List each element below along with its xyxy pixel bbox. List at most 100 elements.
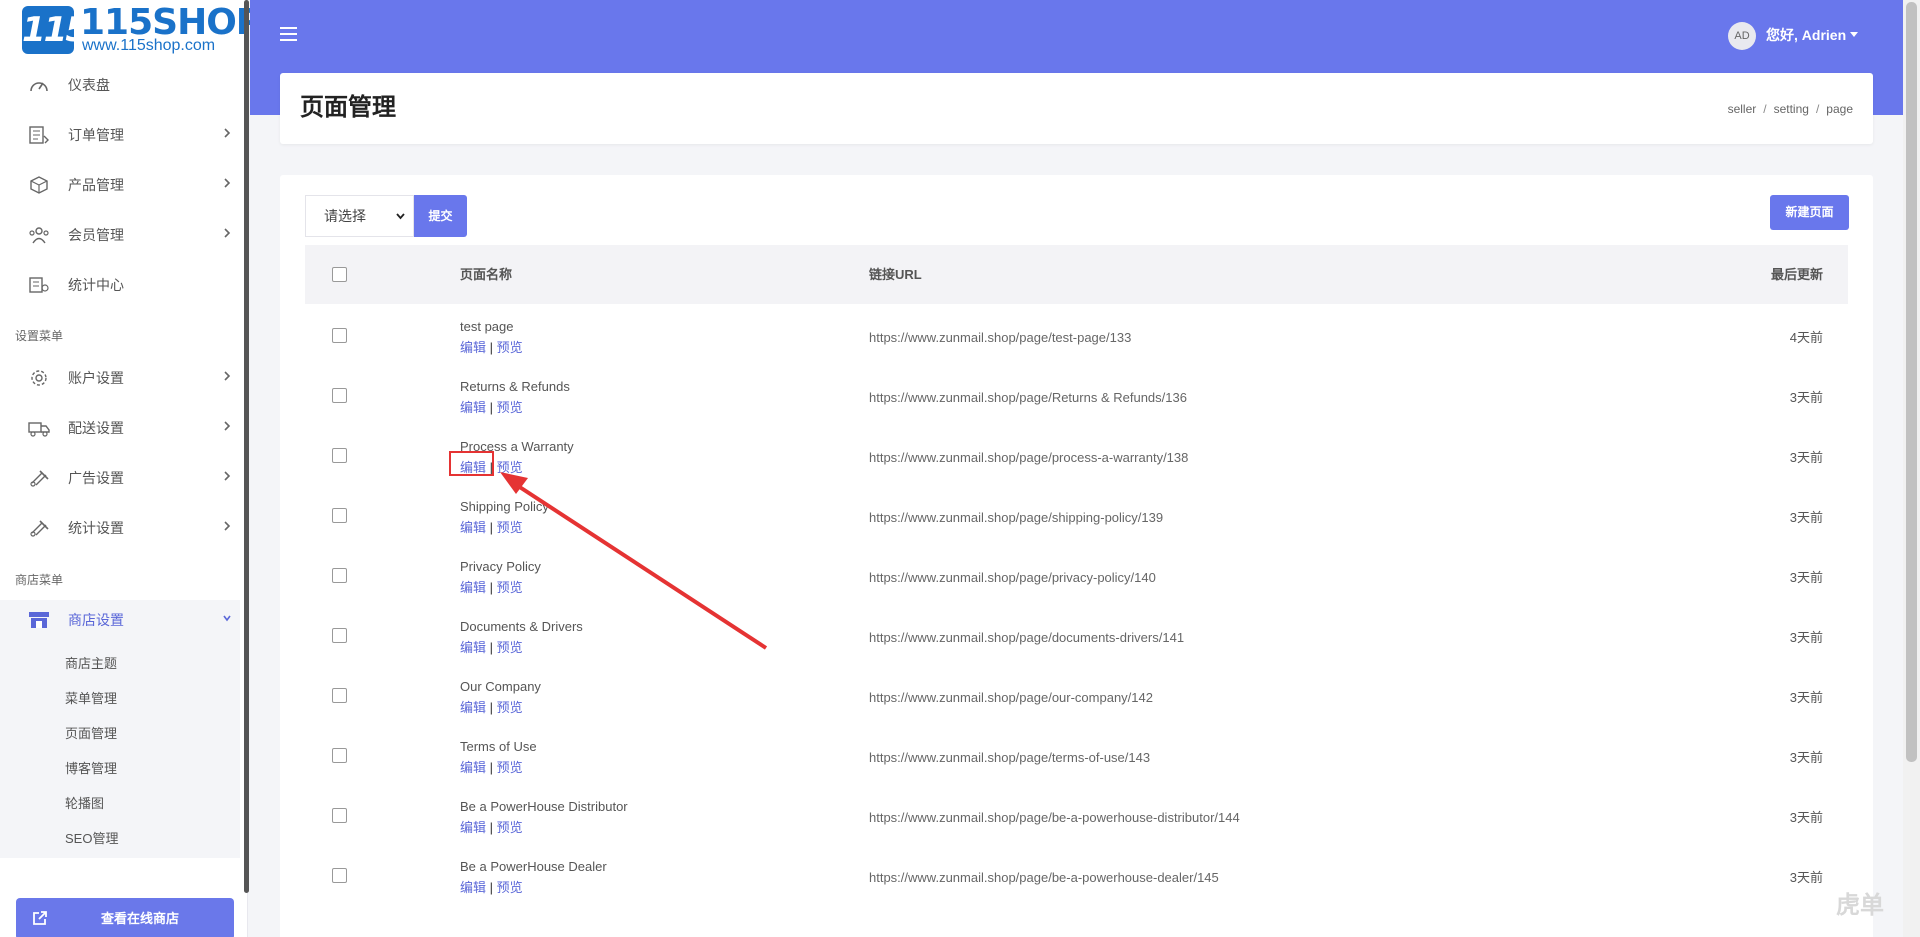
annotation-highlight-box xyxy=(449,451,494,476)
page-url: https://www.zunmail.shop/page/Returns & … xyxy=(869,390,1187,405)
row-checkbox[interactable] xyxy=(332,328,347,343)
sidebar: 115 115SHOP www.115shop.com 仪表盘 订单管理 产品管… xyxy=(0,0,262,937)
preview-link[interactable]: 预览 xyxy=(497,340,523,355)
avatar[interactable]: AD xyxy=(1728,22,1756,50)
preview-link[interactable]: 预览 xyxy=(497,580,523,595)
edit-link[interactable]: 编辑 xyxy=(460,700,486,715)
breadcrumb-item[interactable]: seller xyxy=(1728,102,1757,116)
last-updated: 3天前 xyxy=(1789,870,1823,885)
row-checkbox[interactable] xyxy=(332,568,347,583)
logo-url: www.115shop.com xyxy=(82,37,216,54)
submenu-menu-management[interactable]: 菜单管理 xyxy=(65,691,117,707)
preview-link[interactable]: 预览 xyxy=(497,640,523,655)
sidebar-item-ad-settings[interactable]: 广告设置 xyxy=(0,458,240,498)
row-checkbox[interactable] xyxy=(332,628,347,643)
action-separator: | xyxy=(489,820,494,835)
sidebar-item-account-settings[interactable]: 账户设置 xyxy=(0,358,240,398)
table-row: Shipping Policy 编辑 | 预览 https://www.zunmai… xyxy=(305,485,1848,545)
last-updated: 3天前 xyxy=(1789,810,1823,825)
row-checkbox[interactable] xyxy=(332,868,347,883)
row-checkbox[interactable] xyxy=(332,688,347,703)
sidebar-item-stat-settings[interactable]: 统计设置 xyxy=(0,508,240,548)
orders-icon xyxy=(29,126,49,144)
view-online-store-label: 查看在线商店 xyxy=(100,911,179,926)
edit-link[interactable]: 编辑 xyxy=(460,760,486,775)
menu-toggle-icon[interactable] xyxy=(280,27,297,41)
user-menu[interactable]: 您好, Adrien xyxy=(1766,27,1859,43)
last-updated: 4天前 xyxy=(1789,330,1823,345)
page-url: https://www.zunmail.shop/page/privacy-po… xyxy=(869,570,1156,585)
page-name: Returns & Refunds xyxy=(460,379,570,394)
submenu-carousel[interactable]: 轮播图 xyxy=(65,796,104,812)
logo-badge: 115 xyxy=(22,6,89,54)
sidebar-item-label: 统计设置 xyxy=(68,520,124,536)
page-name: Be a PowerHouse Dealer xyxy=(460,859,607,874)
row-checkbox[interactable] xyxy=(332,388,347,403)
submenu-page-management[interactable]: 页面管理 xyxy=(65,726,117,742)
submenu-shop-theme[interactable]: 商店主题 xyxy=(65,656,117,672)
breadcrumb-item[interactable]: setting xyxy=(1774,102,1809,116)
preview-link[interactable]: 预览 xyxy=(497,820,523,835)
page-header: 页面管理 seller / setting / page xyxy=(280,73,1873,144)
dashboard-icon xyxy=(30,82,48,92)
page-url: https://www.zunmail.shop/page/documents-… xyxy=(869,630,1185,645)
last-updated: 3天前 xyxy=(1789,630,1823,645)
view-online-store-button[interactable]: 查看在线商店 xyxy=(16,898,234,937)
page-scrollbar-thumb[interactable] xyxy=(1906,2,1917,762)
edit-link[interactable]: 编辑 xyxy=(460,520,486,535)
preview-link[interactable]: 预览 xyxy=(497,880,523,895)
sidebar-item-stats[interactable]: 统计中心 xyxy=(0,265,240,305)
row-actions: 编辑 | 预览 xyxy=(460,760,523,776)
store-icon xyxy=(29,612,49,628)
action-separator: | xyxy=(489,520,494,535)
row-actions: 编辑 | 预览 xyxy=(460,400,523,416)
chevron-right-icon xyxy=(224,178,231,188)
edit-link[interactable]: 编辑 xyxy=(460,640,486,655)
row-checkbox[interactable] xyxy=(332,448,347,463)
edit-link[interactable]: 编辑 xyxy=(460,880,486,895)
table-row: Be a PowerHouse Dealer 编辑 | 预览 https://www… xyxy=(305,845,1848,905)
pages-card: 请选择 提交 新建页面 页面名称 链接URL 最后更新 test page 编辑 … xyxy=(280,175,1873,937)
edit-link[interactable]: 编辑 xyxy=(460,400,486,415)
preview-link[interactable]: 预览 xyxy=(497,460,523,475)
submit-button[interactable]: 提交 xyxy=(414,195,467,237)
bulk-action-select[interactable]: 请选择 xyxy=(305,195,414,237)
sidebar-item-label: 产品管理 xyxy=(68,177,124,193)
sidebar-item-orders[interactable]: 订单管理 xyxy=(0,115,240,155)
preview-link[interactable]: 预览 xyxy=(497,520,523,535)
edit-link[interactable]: 编辑 xyxy=(460,580,486,595)
row-checkbox[interactable] xyxy=(332,508,347,523)
sidebar-item-label: 商店设置 xyxy=(68,612,124,628)
row-actions: 编辑 | 预览 xyxy=(460,880,523,896)
sidebar-item-label: 配送设置 xyxy=(68,420,124,436)
row-checkbox[interactable] xyxy=(332,808,347,823)
sidebar-item-dashboard[interactable]: 仪表盘 xyxy=(0,65,240,105)
preview-link[interactable]: 预览 xyxy=(497,760,523,775)
action-separator: | xyxy=(489,400,494,415)
sidebar-item-shipping-settings[interactable]: 配送设置 xyxy=(0,408,240,448)
shop-submenu xyxy=(0,640,240,858)
row-checkbox[interactable] xyxy=(332,748,347,763)
submenu-seo-management[interactable]: SEO管理 xyxy=(65,831,118,847)
table-row: Privacy Policy 编辑 | 预览 https://www.zunmail… xyxy=(305,545,1848,605)
last-updated: 3天前 xyxy=(1789,450,1823,465)
edit-link[interactable]: 编辑 xyxy=(460,340,486,355)
gear-icon xyxy=(31,370,47,386)
page-url: https://www.zunmail.shop/page/be-a-power… xyxy=(869,870,1219,885)
chevron-right-icon xyxy=(224,471,231,481)
edit-link[interactable]: 编辑 xyxy=(460,820,486,835)
action-separator: | xyxy=(489,640,494,655)
logo[interactable]: 115 115SHOP www.115shop.com xyxy=(22,4,262,54)
sidebar-scrollbar[interactable] xyxy=(244,0,249,893)
preview-link[interactable]: 预览 xyxy=(497,700,523,715)
preview-link[interactable]: 预览 xyxy=(497,400,523,415)
new-page-button[interactable]: 新建页面 xyxy=(1770,195,1849,230)
last-updated: 3天前 xyxy=(1789,570,1823,585)
submenu-blog-management[interactable]: 博客管理 xyxy=(65,761,117,777)
select-all-checkbox[interactable] xyxy=(332,267,347,282)
sidebar-item-shop-settings[interactable]: 商店设置 xyxy=(0,600,240,640)
sidebar-item-products[interactable]: 产品管理 xyxy=(0,165,240,205)
page-url: https://www.zunmail.shop/page/our-compan… xyxy=(869,690,1153,705)
sidebar-item-members[interactable]: 会员管理 xyxy=(0,215,240,255)
chevron-right-icon xyxy=(224,228,231,238)
